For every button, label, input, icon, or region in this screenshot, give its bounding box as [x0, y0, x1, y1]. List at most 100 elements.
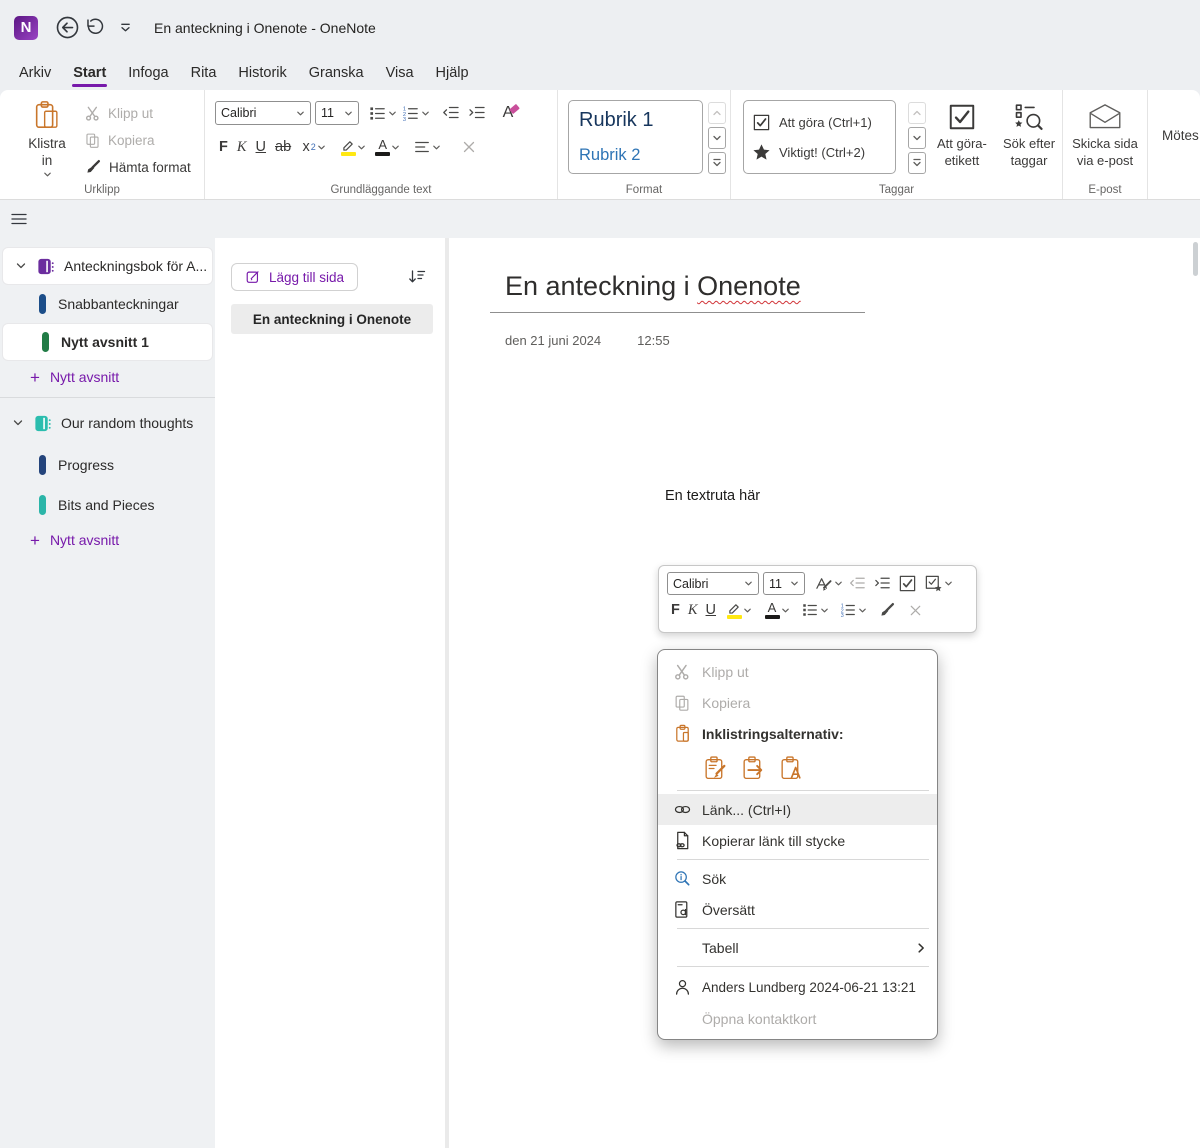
format-painter-button[interactable]: Hämta format	[84, 155, 191, 179]
style-rubrik-2[interactable]: Rubrik 2	[579, 146, 692, 165]
tab-historik[interactable]: Historik	[227, 59, 297, 87]
chevron-down-icon	[712, 133, 722, 143]
sidebar-section-bits-and-pieces[interactable]: Bits and Pieces	[0, 487, 215, 523]
numbered-list-button[interactable]: 123	[401, 102, 430, 124]
clear-formatting-button[interactable]: A	[500, 102, 522, 124]
tag-important[interactable]: Viktigt! (Ctrl+2)	[752, 143, 887, 162]
mini-styles-button[interactable]	[813, 573, 843, 595]
mini-bold-button[interactable]: F	[671, 602, 680, 618]
mini-increase-indent-button[interactable]	[872, 573, 893, 595]
back-button[interactable]	[54, 15, 80, 41]
subscript-button[interactable]: x2	[300, 136, 328, 158]
paste-options-label: Inklistringsalternativ:	[702, 726, 927, 742]
context-menu-item-link[interactable]: Länk... (Ctrl+I)	[658, 794, 937, 825]
format-painter-label: Hämta format	[109, 160, 191, 175]
cut-button[interactable]: Klipp ut	[84, 102, 191, 126]
mini-delete-button[interactable]	[905, 599, 926, 621]
align-button[interactable]	[413, 136, 441, 158]
context-menu-item-copy-link[interactable]: Kopierar länk till stycke	[658, 825, 937, 856]
mini-italic-button[interactable]: K	[688, 602, 698, 619]
paste-button[interactable]: Klistra in	[18, 100, 76, 179]
mini-underline-button[interactable]: U	[706, 602, 716, 618]
tab-arkiv[interactable]: Arkiv	[8, 59, 62, 87]
paste-keep-formatting-icon[interactable]	[702, 755, 729, 782]
tab-infoga[interactable]: Infoga	[117, 59, 179, 87]
copy-button[interactable]: Kopiera	[84, 129, 191, 153]
decrease-indent-button[interactable]	[440, 102, 462, 124]
sidebar-section-nytt-avsnitt-1[interactable]: Nytt avsnitt 1	[3, 324, 212, 360]
context-menu-item-translate[interactable]: Översätt	[658, 894, 937, 925]
sidebar-section-snabbanteckningar[interactable]: Snabbanteckningar	[0, 286, 215, 322]
font-name-select[interactable]: Calibri	[215, 101, 311, 125]
tags-scroll-down-button[interactable]	[908, 127, 926, 149]
page-canvas[interactable]: En anteckning i Onenote den 21 juni 2024…	[449, 238, 1200, 1148]
increase-indent-button[interactable]	[466, 102, 488, 124]
quick-access-toolbar-button[interactable]	[112, 15, 138, 41]
meeting-button[interactable]: Mötes	[1162, 128, 1199, 143]
tag-todo[interactable]: Att göra (Ctrl+1)	[752, 113, 887, 132]
paste-text-only-icon[interactable]	[778, 755, 805, 782]
page-body-text[interactable]: En textruta här	[665, 488, 760, 504]
tab-start[interactable]: Start	[62, 59, 117, 87]
mini-todo-tag-button[interactable]	[897, 573, 918, 595]
context-menu-item-search[interactable]: Sök	[658, 863, 937, 894]
font-color-button[interactable]: A	[375, 136, 400, 158]
sidebar-notebook-anteckningsbok[interactable]: Anteckningsbok för A...	[3, 248, 212, 284]
todo-tag-button[interactable]: Att göra-etikett	[933, 100, 991, 179]
mini-highlight-color-button[interactable]	[724, 599, 754, 621]
style-rubrik-1[interactable]: Rubrik 1	[579, 109, 692, 132]
sort-pages-button[interactable]	[405, 265, 429, 289]
context-menu-item-cut[interactable]: Klipp ut	[658, 656, 937, 687]
mini-decrease-indent-button[interactable]	[847, 573, 868, 595]
sidebar-notebook-our-random-thoughts[interactable]: Our random thoughts	[0, 403, 215, 443]
mini-font-size-select[interactable]: 11	[763, 572, 805, 595]
paste-merge-formatting-icon[interactable]	[740, 755, 767, 782]
highlight-color-button[interactable]	[341, 136, 366, 158]
context-menu-item-copy[interactable]: Kopiera	[658, 687, 937, 718]
italic-button[interactable]: K	[237, 139, 247, 156]
clipboard-icon	[673, 724, 692, 743]
new-section-button[interactable]: + Nytt avsnitt	[0, 525, 215, 555]
mini-font-name-select[interactable]: Calibri	[667, 572, 759, 595]
mini-tags-button[interactable]	[922, 573, 954, 595]
context-menu-item-table[interactable]: Tabell	[658, 932, 937, 963]
section-name: Bits and Pieces	[58, 497, 155, 513]
tab-granska[interactable]: Granska	[298, 59, 375, 87]
tab-rita[interactable]: Rita	[180, 59, 228, 87]
mini-format-painter-button[interactable]	[876, 599, 897, 621]
chevron-down-icon	[790, 579, 799, 588]
sidebar-section-progress[interactable]: Progress	[0, 445, 215, 485]
bullet-list-button[interactable]	[368, 102, 397, 124]
font-size-select[interactable]: 11	[315, 101, 359, 125]
styles-scroll-up-button[interactable]	[708, 102, 726, 124]
mini-numbered-list-button[interactable]: 123	[838, 599, 868, 621]
add-page-button[interactable]: Lägg till sida	[231, 263, 358, 291]
tab-visa[interactable]: Visa	[375, 59, 425, 87]
page-title-block[interactable]: En anteckning i Onenote	[490, 271, 865, 313]
tags-gallery-expand-button[interactable]	[908, 152, 926, 174]
bold-button[interactable]: F	[219, 139, 228, 155]
page-list-item[interactable]: En anteckning i Onenote	[231, 304, 433, 334]
chevron-up-icon	[912, 108, 922, 118]
mini-font-color-button[interactable]: A	[762, 599, 792, 621]
new-section-button[interactable]: + Nytt avsnitt	[0, 362, 215, 392]
styles-scroll-down-button[interactable]	[708, 127, 726, 149]
decrease-indent-icon	[848, 574, 867, 593]
navigation-toggle-button[interactable]	[8, 208, 30, 230]
tags-scroll-up-button[interactable]	[908, 102, 926, 124]
email-page-button[interactable]: Skicka sida via e-post	[1065, 100, 1145, 179]
find-tags-button[interactable]: Sök efter taggar	[998, 100, 1060, 179]
context-menu-item-author[interactable]: Anders Lundberg 2024-06-21 13:21	[658, 970, 937, 1004]
vertical-scrollbar[interactable]	[1193, 242, 1198, 276]
underline-button[interactable]: U	[256, 139, 266, 155]
group-label-email: E-post	[1063, 184, 1147, 196]
undo-button[interactable]	[80, 15, 106, 41]
group-label-basic-text: Grundläggande text	[205, 184, 557, 196]
context-menu-item-open-contact[interactable]: Öppna kontaktkort	[658, 1004, 937, 1033]
strikethrough-button[interactable]: ab	[275, 139, 291, 155]
mini-bullet-list-button[interactable]	[800, 599, 830, 621]
tab-hjalp[interactable]: Hjälp	[425, 59, 480, 87]
styles-gallery-expand-button[interactable]	[708, 152, 726, 174]
delete-button[interactable]	[458, 136, 480, 158]
page-title-misspelled-word: Onenote	[697, 271, 801, 301]
